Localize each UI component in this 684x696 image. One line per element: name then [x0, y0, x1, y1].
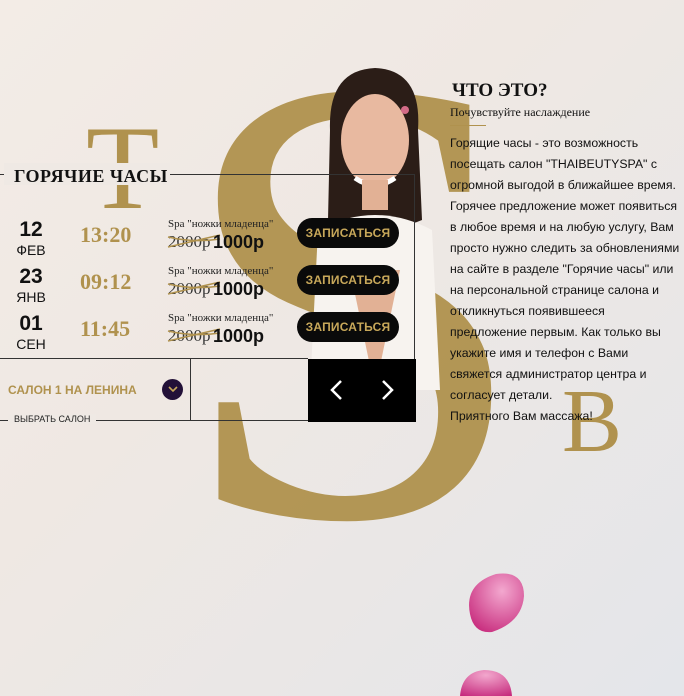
salon-select-hint: ВЫБРАТЬ САЛОН: [8, 414, 97, 424]
hot-hours-title: ГОРЯЧИЕ ЧАСЫ: [14, 166, 168, 186]
offer-row: 01 СЕН 11:45 Spa "ножки младенца" 2000р …: [0, 312, 415, 356]
chevron-right-icon[interactable]: [373, 375, 403, 405]
offer-day: 01: [19, 312, 43, 335]
carousel-nav: [308, 359, 416, 422]
about-title: ЧТО ЭТО?: [452, 80, 548, 101]
chevron-left-icon[interactable]: [321, 375, 351, 405]
offer-time: 09:12: [80, 269, 132, 294]
offer-old-price: 2000р: [168, 326, 211, 345]
offer-service: Spa "ножки младенца": [168, 218, 274, 230]
chevron-down-icon[interactable]: [162, 379, 183, 400]
offer-time: 11:45: [80, 316, 131, 341]
book-button[interactable]: ЗАПИСАТЬСЯ: [297, 312, 399, 342]
offer-time: 13:20: [80, 222, 132, 247]
offer-row: 12 ФЕВ 13:20 Spa "ножки младенца" 2000р …: [0, 218, 415, 262]
book-button[interactable]: ЗАПИСАТЬСЯ: [297, 218, 399, 248]
salon-select-value: САЛОН 1 НА ЛЕНИНА: [8, 383, 137, 397]
offer-service: Spa "ножки младенца": [168, 265, 274, 277]
offer-day: 23: [19, 265, 43, 288]
offer-old-price: 2000р: [168, 232, 211, 251]
offer-row: 23 ЯНВ 09:12 Spa "ножки младенца" 2000р …: [0, 265, 415, 309]
offer-service: Spa "ножки младенца": [168, 312, 274, 324]
offer-month: ЯНВ: [16, 289, 46, 305]
petal-image: [469, 573, 524, 633]
about-body-block: Горящие часы - это возможность посещать …: [450, 133, 682, 427]
offer-old-price: 2000р: [168, 279, 211, 298]
offer-new-price: 1000р: [213, 326, 265, 346]
petal-image: [460, 670, 512, 696]
offer-month: СЕН: [16, 336, 46, 352]
offer-new-price: 1000р: [213, 232, 265, 252]
offer-new-price: 1000р: [213, 279, 265, 299]
book-button[interactable]: ЗАПИСАТЬСЯ: [297, 265, 399, 295]
about-subtitle: Почувствуйте наслаждение: [450, 105, 591, 119]
about-closing: Приятного Вам массажа!: [450, 409, 593, 423]
about-body: Горящие часы - это возможность посещать …: [450, 136, 680, 402]
offer-month: ФЕВ: [16, 242, 46, 258]
offer-day: 12: [19, 218, 43, 241]
salon-select[interactable]: САЛОН 1 НА ЛЕНИНА: [0, 358, 191, 421]
about-divider: [450, 125, 486, 126]
